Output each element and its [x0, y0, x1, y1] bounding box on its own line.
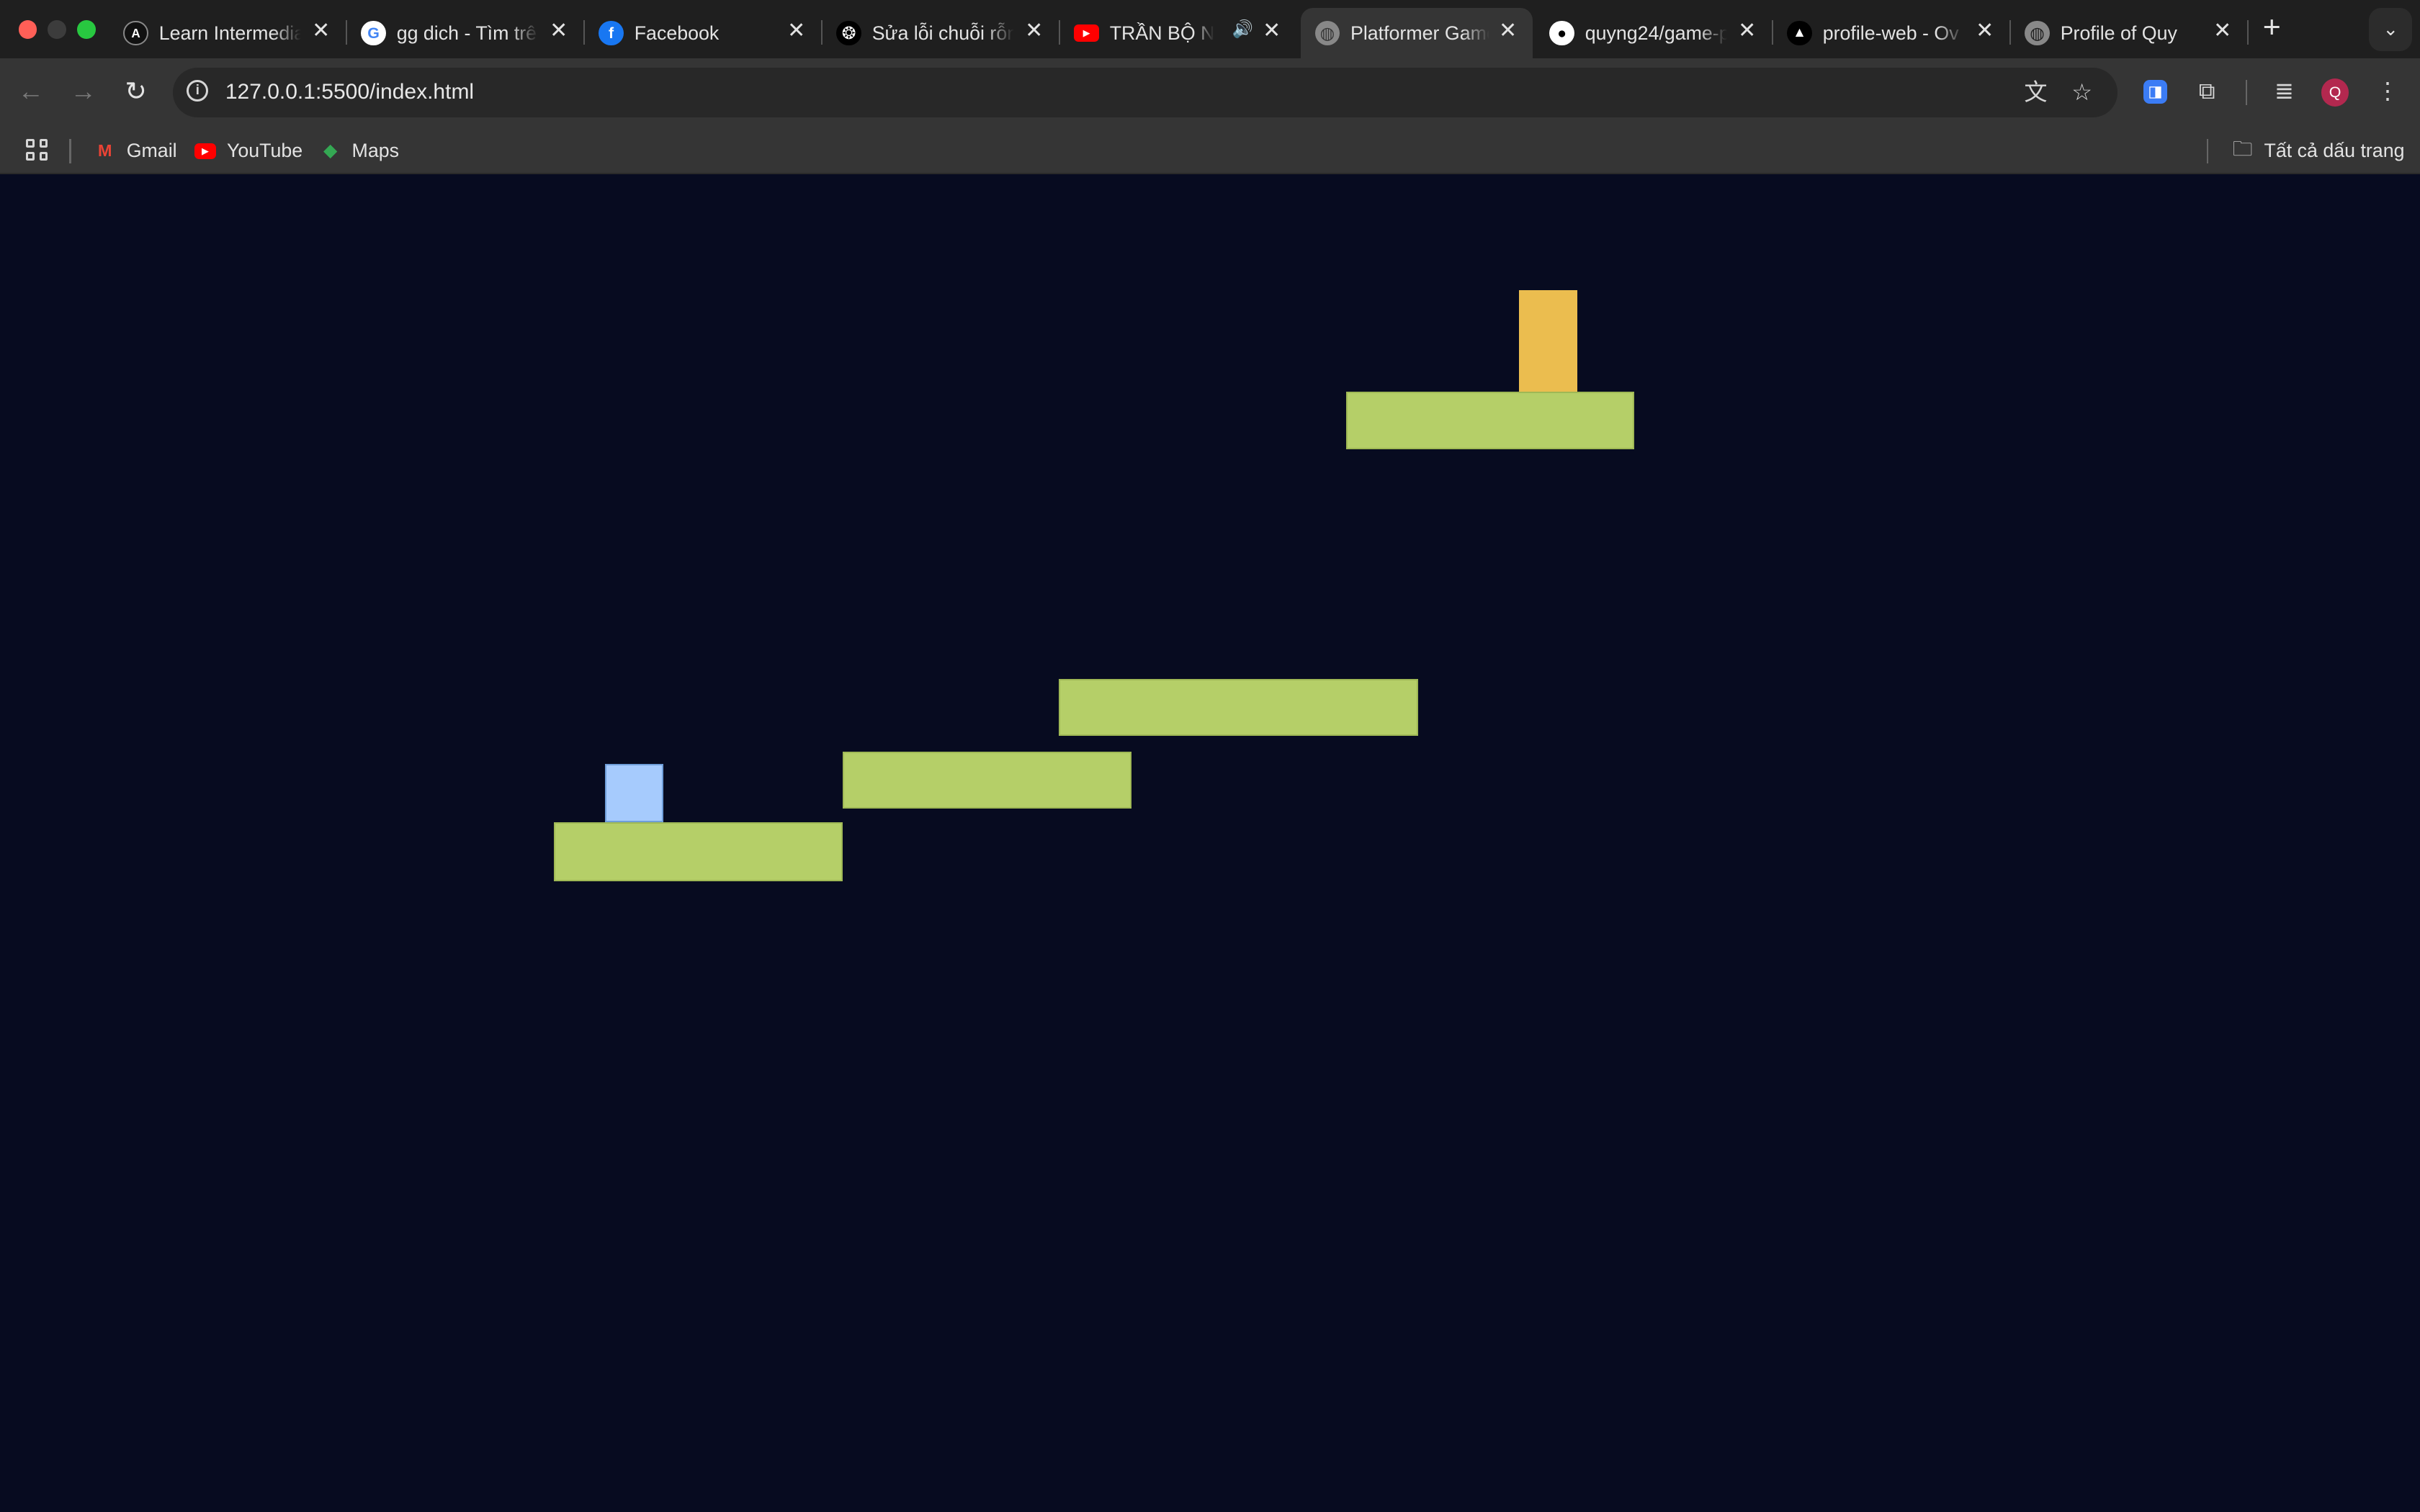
tab-github-repo[interactable]: ● quyng24/game-p ✕ [1537, 8, 1774, 59]
folder-icon: 🗀 [2232, 137, 2253, 160]
apps-grid-icon[interactable] [26, 138, 48, 161]
close-tab-icon[interactable]: ✕ [1495, 19, 1520, 43]
globe-icon: ◍ [2025, 20, 2050, 46]
close-tab-icon[interactable]: ✕ [1973, 19, 1997, 43]
tab-facebook[interactable]: f Facebook ✕ [586, 8, 823, 59]
new-tab-button[interactable]: + [2257, 12, 2287, 43]
forward-button[interactable]: → [65, 73, 102, 109]
address-bar[interactable]: i 127.0.0.1:5500/index.html ⽂ ☆ [173, 68, 2118, 117]
toolbar-separator [2245, 80, 2247, 105]
speaker-icon[interactable]: 🔊 [1232, 19, 1253, 39]
astro-icon: A [123, 20, 148, 46]
tab-vercel-profile-web[interactable]: ▲ profile-web - Ov ✕ [1775, 8, 2012, 59]
tab-gg-dich[interactable]: G gg dich - Tìm trê ✕ [349, 8, 586, 59]
github-icon: ● [1549, 20, 1574, 46]
bookmark-label: Gmail [126, 140, 177, 162]
extension-icon[interactable]: ◨ [2143, 80, 2167, 104]
back-button[interactable]: ← [12, 73, 49, 109]
tab-youtube-video[interactable]: ▶ TRẦN BỘ NH 🔊 ✕ [1062, 8, 1296, 59]
all-bookmarks[interactable]: 🗀 Tất cả dấu trang [2230, 137, 2405, 166]
browser-window: A Learn Intermedia ✕ G gg dich - Tìm trê… [0, 0, 2420, 1512]
tab-title: Profile of Quy [2060, 22, 2177, 44]
bookmark-label: Maps [351, 140, 399, 162]
google-icon: G [361, 20, 386, 46]
bookmarks-separator [69, 138, 71, 164]
reload-button[interactable]: ↻ [117, 73, 154, 109]
close-tab-icon[interactable]: ✕ [1022, 19, 1047, 43]
chatgpt-icon: ❂ [836, 20, 861, 46]
game-canvas[interactable] [0, 174, 2420, 1512]
close-window-button[interactable] [18, 19, 37, 39]
tab-title: Facebook [634, 22, 720, 44]
bookmarks-separator [2207, 138, 2209, 164]
player-block [605, 763, 664, 823]
platform-top [1345, 392, 1635, 449]
browser-toolbar: ← → ↻ i 127.0.0.1:5500/index.html ⽂ ☆ ◨ … [0, 58, 2420, 127]
tab-search-button[interactable]: ⌄ [2369, 7, 2413, 51]
tab-title: Sửa lỗi chuỗi rỗn [871, 22, 1014, 44]
tab-separator [583, 19, 586, 45]
close-tab-icon[interactable]: ✕ [1260, 19, 1284, 43]
more-menu-icon[interactable]: ⋮ [2370, 74, 2404, 108]
close-tab-icon[interactable]: ✕ [2210, 19, 2235, 43]
gmail-icon: M [97, 141, 112, 161]
tab-separator [2009, 19, 2012, 45]
tab-profile-of-quy[interactable]: ◍ Profile of Quy ✕ [2012, 8, 2249, 59]
tab-title: Learn Intermedia [158, 22, 301, 44]
tab-strip: A Learn Intermedia ✕ G gg dich - Tìm trê… [0, 0, 2420, 59]
tab-separator [820, 19, 823, 45]
profile-avatar[interactable]: Q [2321, 78, 2349, 107]
close-tab-icon[interactable]: ✕ [547, 19, 571, 43]
globe-icon: ◍ [1314, 20, 1340, 46]
platform-middle [843, 751, 1131, 809]
bookmark-gmail[interactable]: M Gmail [93, 138, 177, 166]
platform-upper [1059, 678, 1419, 737]
media-controls-icon[interactable]: ≣ [2267, 74, 2301, 108]
tab-title: Platformer Game [1350, 22, 1489, 44]
extensions-puzzle-icon[interactable]: ⧉ [2190, 74, 2224, 108]
tab-separator [1058, 19, 1061, 45]
tab-separator [2246, 19, 2249, 45]
youtube-icon: ▶ [1074, 24, 1099, 42]
translate-icon[interactable]: ⽂ [2020, 77, 2051, 108]
maps-icon: ⬥ [323, 139, 338, 162]
close-tab-icon[interactable]: ✕ [309, 19, 333, 43]
tab-separator [1771, 19, 1774, 45]
tab-title: gg dich - Tìm trê [396, 22, 537, 44]
bookmark-label: YouTube [226, 140, 303, 162]
tab-title: quyng24/game-p [1585, 22, 1727, 44]
bookmark-star-icon[interactable]: ☆ [2066, 77, 2097, 108]
close-tab-icon[interactable]: ✕ [1735, 19, 1760, 43]
youtube-icon: ▶ [193, 139, 218, 163]
facebook-icon: f [599, 20, 624, 46]
tab-platformer-game[interactable]: ◍ Platformer Game ✕ [1301, 7, 1533, 59]
close-tab-icon[interactable]: ✕ [784, 19, 809, 43]
tab-separator [345, 19, 348, 45]
site-info-icon[interactable]: i [187, 80, 209, 102]
tab-title: TRẦN BỘ NH [1109, 22, 1215, 44]
url-text[interactable]: 127.0.0.1:5500/index.html [225, 80, 474, 104]
goal-block [1518, 289, 1577, 392]
all-bookmarks-label: Tất cả dấu trang [2264, 140, 2405, 162]
vercel-icon: ▲ [1787, 20, 1812, 46]
bookmark-youtube[interactable]: ▶ YouTube [193, 138, 302, 166]
tab-title: profile-web - Ov [1822, 22, 1959, 44]
bookmark-maps[interactable]: ⬥ Maps [318, 138, 399, 166]
tab-sua-loi[interactable]: ❂ Sửa lỗi chuỗi rỗn ✕ [824, 8, 1061, 59]
bookmarks-bar: M Gmail ▶ YouTube ⬥ Maps 🗀 Tất cả dấu tr… [0, 126, 2420, 175]
minimize-window-button[interactable] [48, 19, 67, 39]
tab-learn-intermediate[interactable]: A Learn Intermedia ✕ [111, 8, 348, 59]
platform-start [554, 822, 843, 881]
maximize-window-button[interactable] [77, 19, 96, 39]
